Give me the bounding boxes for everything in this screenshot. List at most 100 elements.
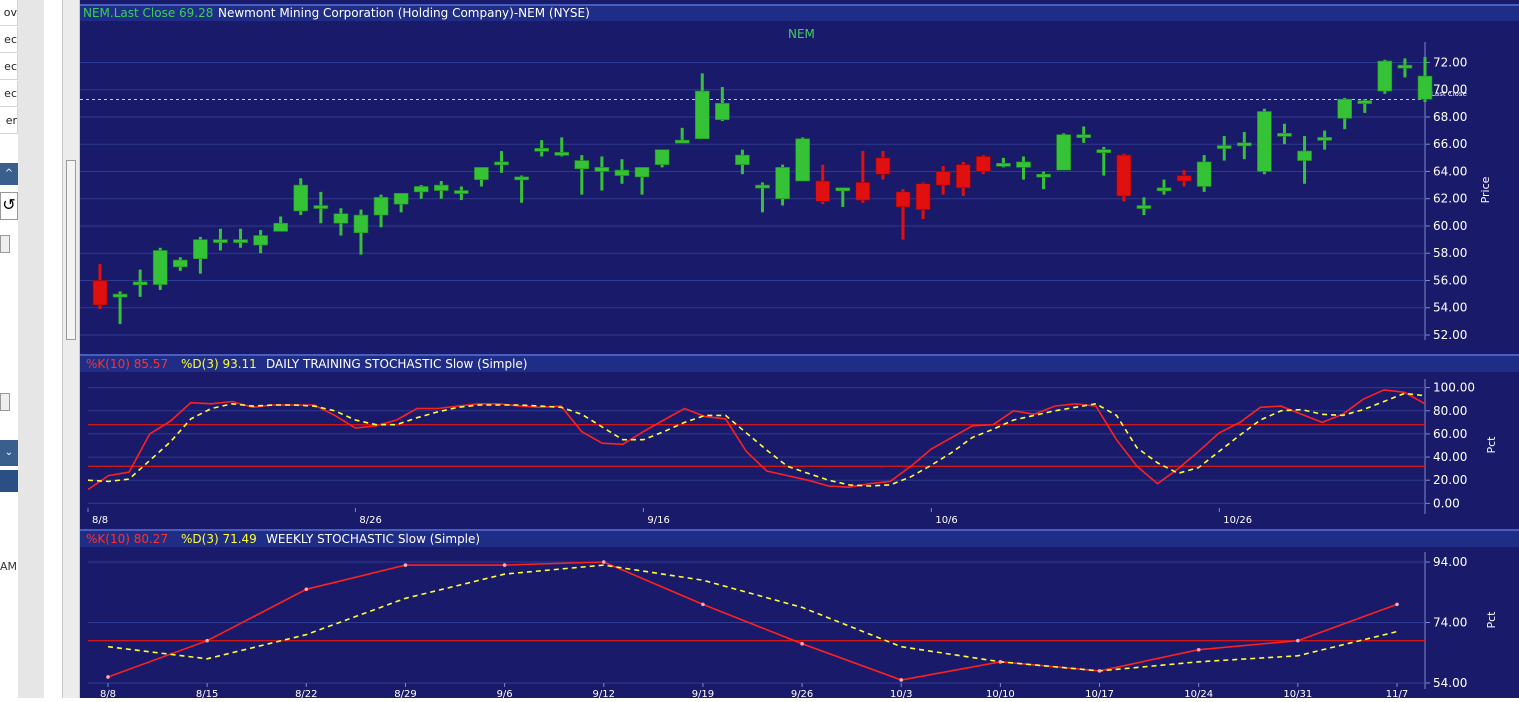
weekly-k-label: %K(10) 80.27: [86, 532, 168, 546]
price-tick-label: 54.00: [1433, 301, 1467, 315]
price-tick-label: 68.00: [1433, 110, 1467, 124]
weekly-k-point: [701, 602, 705, 607]
candle-body-up: [1076, 134, 1092, 138]
weekly-x-tick-label: 10/31: [1283, 689, 1312, 698]
candle: [795, 137, 810, 182]
expand-icon[interactable]: ⌄: [0, 440, 18, 466]
weekly-axis-title: Pct: [1485, 611, 1498, 629]
candle-body-up: [554, 152, 570, 156]
weekly-x-tick-label: 8/15: [196, 689, 218, 698]
weekly-k-point: [998, 660, 1003, 664]
candle-body-down: [1176, 175, 1192, 182]
candle-body-up: [755, 184, 770, 189]
candle-body-up: [694, 90, 710, 140]
candle-body-up: [1096, 149, 1112, 153]
candle-body-up: [1196, 161, 1212, 187]
daily-x-tick-label: 8/8: [92, 515, 108, 526]
candle-body-up: [1277, 133, 1292, 137]
candle: [1377, 59, 1393, 94]
candle-body-up: [614, 169, 630, 176]
candle-body-up: [1136, 205, 1152, 209]
candle-body-up: [674, 139, 690, 144]
daily-tick-label: 80.00: [1433, 404, 1467, 418]
candle-body-down: [875, 157, 891, 175]
candle-body-down: [955, 164, 971, 189]
candle-body-up: [1216, 145, 1232, 149]
weekly-x-tick-label: 8/8: [100, 689, 116, 698]
weekly-x-tick-label: 8/29: [394, 689, 416, 698]
candle-body-down: [1116, 154, 1132, 197]
candle-body-up: [1056, 134, 1071, 171]
candle-body-up: [1016, 161, 1031, 168]
weekly-k-point: [800, 641, 804, 646]
weekly-k-point: [899, 678, 904, 682]
candle-body-up: [1377, 60, 1393, 92]
daily-x-tick-label: 8/26: [359, 515, 381, 526]
scroll-up-button[interactable]: [0, 235, 10, 253]
candle-body-down: [915, 183, 931, 210]
weekly-x-tick-label: 9/6: [497, 689, 513, 698]
left-panel: ov ec ec ec er ^ ↺ ⌄ AM: [0, 0, 62, 698]
collapse-up-icon[interactable]: ^: [0, 163, 18, 185]
candle-body-up: [775, 167, 790, 200]
chart-area: NEM.Last Close 69.28 Newmont Mining Corp…: [80, 0, 1519, 700]
weekly-x-tick-label: 10/3: [890, 689, 912, 698]
candle-body-up: [474, 167, 489, 180]
candle-body-up: [835, 187, 851, 192]
splitter-grip[interactable]: [66, 160, 76, 340]
weekly-x-tick-label: 11/7: [1386, 689, 1408, 698]
candle-body-down: [976, 156, 991, 172]
daily-tick-label: 40.00: [1433, 450, 1467, 464]
price-tick-label: 58.00: [1433, 246, 1467, 260]
scroll-down-button[interactable]: [0, 393, 10, 411]
candle-body-up: [1357, 100, 1373, 104]
weekly-title: WEEKLY STOCHASTIC Slow (Simple): [266, 532, 480, 546]
candle-body-up: [132, 281, 148, 286]
weekly-tick-label: 94.00: [1433, 555, 1467, 569]
left-list-row[interactable]: ec: [0, 54, 18, 80]
left-list-row[interactable]: er: [0, 108, 18, 134]
left-frame: [18, 0, 44, 698]
candle-body-up: [433, 184, 449, 191]
candle-body-up: [454, 190, 469, 194]
candle-body-up: [654, 149, 670, 165]
price-tick-label: 52.00: [1433, 328, 1467, 342]
candle-body-down: [815, 180, 831, 202]
weekly-k-point: [1196, 647, 1201, 652]
candle-body-up: [1257, 111, 1272, 172]
candle-body-up: [594, 167, 610, 172]
daily-x-tick-label: 10/6: [935, 515, 957, 526]
daily-tick-label: 100.00: [1433, 381, 1475, 395]
price-header-company: Newmont Mining Corporation (Holding Comp…: [218, 6, 590, 20]
candle: [152, 247, 168, 291]
candle-body-up: [152, 250, 168, 285]
candle-body-up: [333, 213, 349, 224]
left-list-row[interactable]: ov: [0, 0, 18, 26]
left-list-row[interactable]: ec: [0, 27, 18, 53]
price-tick-label: 72.00: [1433, 55, 1467, 69]
price-tick-label: 66.00: [1433, 137, 1467, 151]
daily-axis-title: Pct: [1485, 436, 1498, 454]
candle-body-down: [935, 171, 951, 186]
candle-body-up: [213, 239, 228, 243]
spiral-icon[interactable]: ↺: [0, 192, 18, 220]
candle-body-up: [293, 184, 309, 212]
weekly-x-tick-label: 9/26: [791, 689, 813, 698]
weekly-x-tick-label: 10/10: [986, 689, 1015, 698]
candle-body-up: [534, 147, 549, 152]
weekly-x-tick-label: 9/19: [692, 689, 714, 698]
daily-tick-label: 60.00: [1433, 427, 1467, 441]
candle-body-up: [735, 154, 750, 165]
weekly-tick-label: 54.00: [1433, 676, 1467, 690]
candle-body-down: [92, 280, 108, 306]
left-list-row[interactable]: ec: [0, 81, 18, 107]
candle-body-up: [413, 186, 429, 193]
candle-body-up: [313, 205, 329, 209]
weekly-k-point: [601, 560, 606, 564]
candle: [976, 155, 991, 175]
time-fragment: AM: [0, 560, 18, 573]
candle-body-up: [514, 176, 529, 181]
chart-symbol-label: NEM: [788, 27, 815, 41]
weekly-x-tick-label: 9/12: [593, 689, 615, 698]
panel-splitter[interactable]: [62, 0, 80, 698]
